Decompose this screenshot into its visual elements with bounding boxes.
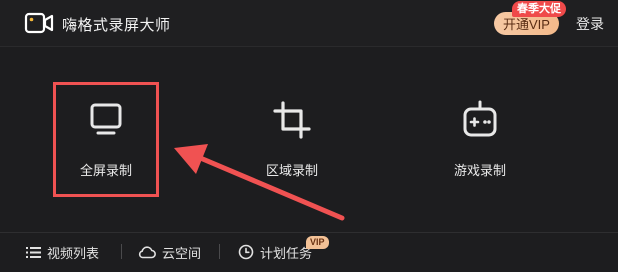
promo-badge: 春季大促 [512, 1, 566, 17]
vip-badge: VIP [306, 236, 329, 249]
camera-logo-icon [24, 12, 54, 34]
gamepad-icon [463, 100, 497, 137]
video-list-button[interactable]: 视频列表 [26, 242, 99, 262]
app-title: 嗨格式录屏大师 [62, 17, 171, 34]
video-list-label: 视频列表 [47, 245, 100, 261]
game-record-label: 游戏录制 [453, 163, 506, 178]
bottom-divider [0, 232, 618, 233]
crop-icon [273, 101, 311, 139]
title-bar: 嗨格式录屏大师 开通VIP 春季大促 登录 [0, 0, 618, 46]
list-icon [26, 246, 41, 258]
header-divider [0, 46, 618, 47]
game-record-option[interactable]: 游戏录制 [427, 82, 533, 197]
cloud-icon [138, 246, 156, 259]
cloud-space-button[interactable]: 云空间 [138, 242, 201, 262]
monitor-icon [90, 103, 122, 135]
scheduled-task-button[interactable]: 计划任务 [238, 242, 312, 262]
clock-icon [238, 244, 254, 260]
annotation-arrow [174, 144, 345, 221]
cloud-space-label: 云空间 [162, 245, 202, 261]
fullscreen-record-option[interactable]: 全屏录制 [53, 82, 159, 197]
fullscreen-record-label: 全屏录制 [79, 163, 132, 178]
login-link[interactable]: 登录 [576, 14, 604, 34]
bottom-separator [219, 244, 220, 259]
bottom-separator [121, 244, 122, 259]
scheduled-task-label: 计划任务 [260, 245, 313, 261]
